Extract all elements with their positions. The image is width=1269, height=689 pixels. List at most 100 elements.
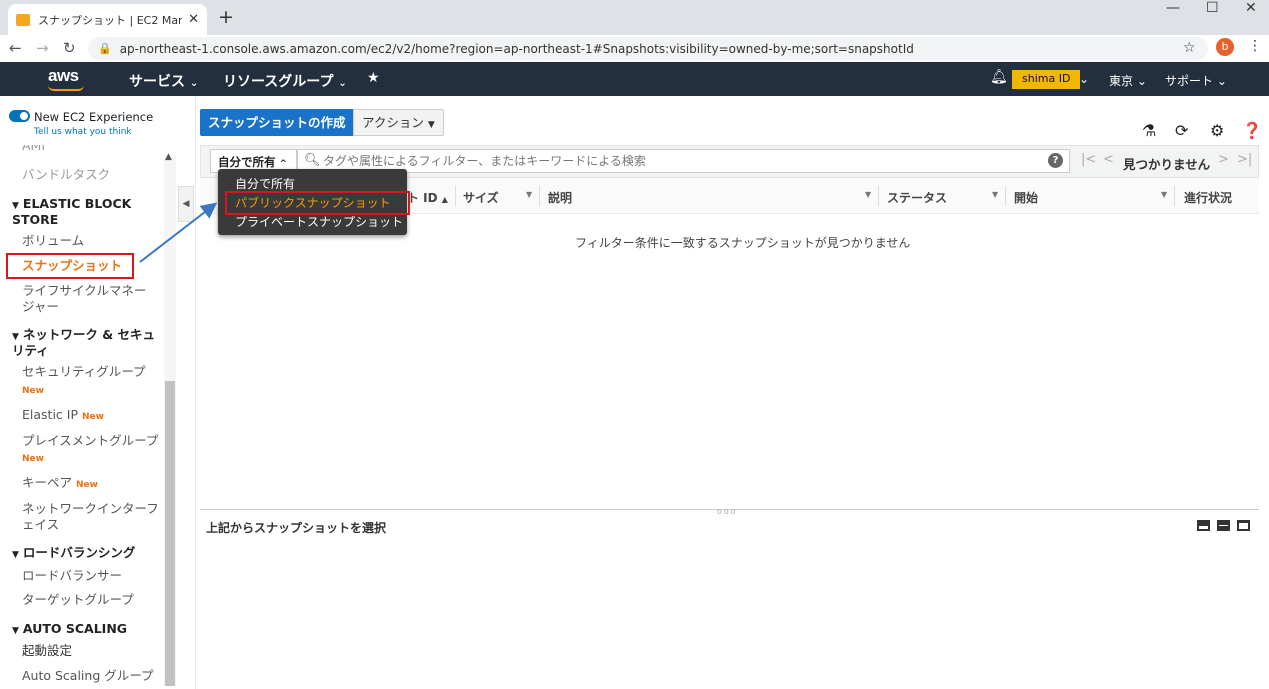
sidebar-item-placement-groups[interactable]: プレイスメントグループ <box>22 433 158 449</box>
ec2-sidebar: New EC2 Experience Tell us what you thin… <box>0 96 176 689</box>
sidebar-item-ami[interactable]: AMI <box>22 145 45 153</box>
browser-tab-bar: スナップショット | EC2 Management ✕ + — ☐ ✕ <box>0 0 1269 35</box>
new-badge: New <box>22 454 44 464</box>
network-heading: ネットワーク & セキュリティ <box>12 327 156 358</box>
ebs-heading: ELASTIC BLOCK STORE <box>12 196 132 227</box>
sidebar-item-network-interfaces[interactable]: ネットワークインターフェイス <box>22 501 162 533</box>
pin-icon[interactable]: ★ <box>367 70 380 86</box>
aws-logo-smile-icon <box>48 85 84 91</box>
browser-tab[interactable]: スナップショット | EC2 Management ✕ <box>8 4 207 35</box>
account-menu[interactable]: shima ID <box>1012 70 1081 89</box>
actions-label: アクション <box>362 115 424 130</box>
services-menu[interactable]: サービス ⌄ <box>129 71 198 91</box>
region-menu[interactable]: 東京 ⌄ <box>1109 72 1147 89</box>
aws-logo[interactable]: aws <box>48 66 79 86</box>
settings-gear-icon[interactable]: ⚙ <box>1210 121 1224 140</box>
tab-title: スナップショット | EC2 Management <box>38 13 183 27</box>
column-status[interactable]: ステータス <box>887 189 947 206</box>
caret-down-icon: ▼ <box>12 201 19 211</box>
browser-menu-icon[interactable]: ⋮ <box>1248 38 1262 54</box>
bell-icon[interactable]: 🔔︎ <box>990 69 1008 85</box>
aws-top-nav: aws サービス ⌄ リソースグループ ⌄ ★ 🔔︎ shima ID ⌄ 東京… <box>0 62 1269 96</box>
flask-icon[interactable]: ⚗ <box>1142 121 1156 140</box>
highlight-box-public-snapshots <box>225 191 410 215</box>
new-badge: New <box>22 386 44 396</box>
search-icon: 🔍︎ <box>304 153 321 168</box>
collapse-sidebar-button[interactable]: ◀ <box>178 186 194 222</box>
sidebar-item-target-groups[interactable]: ターゲットグループ <box>22 592 134 608</box>
sidebar-item-launch-config[interactable]: 起動設定 <box>22 643 72 659</box>
caret-down-icon: ▼ <box>12 626 19 636</box>
minimize-icon[interactable]: — <box>1166 0 1180 18</box>
back-icon[interactable]: ← <box>9 39 22 57</box>
column-description[interactable]: 説明 <box>548 189 572 206</box>
help-icon[interactable]: ❓ <box>1242 121 1262 140</box>
maximize-icon[interactable]: ☐ <box>1206 0 1219 18</box>
sidebar-section-ebs[interactable]: ▼ ELASTIC BLOCK STORE <box>12 197 152 227</box>
pane-layout-top-icon[interactable] <box>1237 520 1250 531</box>
account-chevron-icon[interactable]: ⌄ <box>1079 72 1089 86</box>
prev-page-icon[interactable]: < <box>1103 152 1114 167</box>
first-page-icon[interactable]: |< <box>1081 152 1096 167</box>
splitter-grip-icon[interactable]: ooo <box>717 507 738 516</box>
menu-item-private-snapshots[interactable]: プライベートスナップショット <box>235 213 403 230</box>
highlight-box-snapshots <box>6 253 134 279</box>
new-experience-toggle[interactable] <box>9 110 30 122</box>
search-input[interactable] <box>323 152 1043 170</box>
sidebar-item-bundle-tasks[interactable]: バンドルタスク <box>22 167 110 183</box>
column-started[interactable]: 開始 <box>1014 189 1038 206</box>
sidebar-item-volumes[interactable]: ボリューム <box>22 233 84 249</box>
column-divider <box>539 186 540 206</box>
sidebar-section-network[interactable]: ▼ ネットワーク & セキュリティ <box>12 328 162 358</box>
sidebar-item-lifecycle-manager[interactable]: ライフサイクルマネージャー <box>22 283 157 315</box>
new-tab-button[interactable]: + <box>218 6 234 28</box>
column-sort-icon[interactable]: ▼ <box>992 190 998 199</box>
create-snapshot-button[interactable]: スナップショットの作成 <box>200 109 354 136</box>
next-page-icon[interactable]: > <box>1218 152 1229 167</box>
menu-item-owned-by-me[interactable]: 自分で所有 <box>235 175 295 192</box>
caret-down-icon: ▼ <box>12 332 19 342</box>
sidebar-item-load-balancers[interactable]: ロードバランサー <box>22 568 122 584</box>
actions-button[interactable]: アクション ▼ <box>353 109 444 136</box>
annotation-arrow <box>139 202 218 263</box>
sidebar-divider <box>195 96 196 689</box>
elastic-ip-label: Elastic IP <box>22 407 78 422</box>
sidebar-item-key-pairs[interactable]: キーペア New <box>22 475 98 493</box>
column-progress[interactable]: 進行状況 <box>1184 189 1232 206</box>
support-menu[interactable]: サポート ⌄ <box>1165 72 1227 89</box>
search-box: 🔍︎ ? <box>297 149 1070 173</box>
ownership-selected: 自分で所有 <box>218 155 276 169</box>
column-sort-icon[interactable]: ▼ <box>1161 190 1167 199</box>
column-sort-icon[interactable]: ▼ <box>526 190 532 199</box>
column-divider <box>878 186 879 206</box>
sidebar-scroll-thumb[interactable] <box>165 381 175 686</box>
pane-layout-split-icon[interactable] <box>1217 520 1230 531</box>
new-badge: New <box>76 480 98 490</box>
profile-avatar[interactable]: b <box>1216 38 1234 56</box>
bookmark-star-icon[interactable]: ☆ <box>1183 40 1196 56</box>
refresh-icon[interactable]: ⟳ <box>1175 121 1188 140</box>
last-page-icon[interactable]: >| <box>1237 152 1252 167</box>
as-heading: AUTO SCALING <box>22 621 128 636</box>
sidebar-item-security-groups[interactable]: セキュリティグループ <box>22 364 146 380</box>
new-experience-label: New EC2 Experience <box>34 110 154 124</box>
sidebar-item-elastic-ip[interactable]: Elastic IP New <box>22 407 104 425</box>
forward-icon[interactable]: → <box>36 39 49 57</box>
sidebar-section-load-balancing[interactable]: ▼ ロードバランシング <box>12 546 135 562</box>
url-text: ap-northeast-1.console.aws.amazon.com/ec… <box>119 41 914 56</box>
window-close-icon[interactable]: ✕ <box>1245 0 1257 18</box>
tab-close-icon[interactable]: ✕ <box>188 12 199 27</box>
aws-favicon-icon <box>16 13 30 26</box>
sidebar-section-auto-scaling[interactable]: ▼ AUTO SCALING <box>12 622 127 638</box>
resource-groups-menu[interactable]: リソースグループ ⌄ <box>223 71 347 91</box>
reload-icon[interactable]: ↻ <box>63 39 76 57</box>
column-size[interactable]: サイズ <box>463 189 499 206</box>
pane-layout-bottom-icon[interactable] <box>1197 520 1210 531</box>
lock-icon: 🔒 <box>98 42 112 55</box>
column-sort-icon[interactable]: ▼ <box>865 190 871 199</box>
sidebar-item-as-groups[interactable]: Auto Scaling グループ <box>22 668 154 684</box>
feedback-link[interactable]: Tell us what you think <box>34 127 132 137</box>
scroll-up-icon[interactable]: ▲ <box>165 152 172 162</box>
url-bar[interactable]: 🔒 ap-northeast-1.console.aws.amazon.com/… <box>88 37 1208 60</box>
search-help-icon[interactable]: ? <box>1048 153 1063 168</box>
